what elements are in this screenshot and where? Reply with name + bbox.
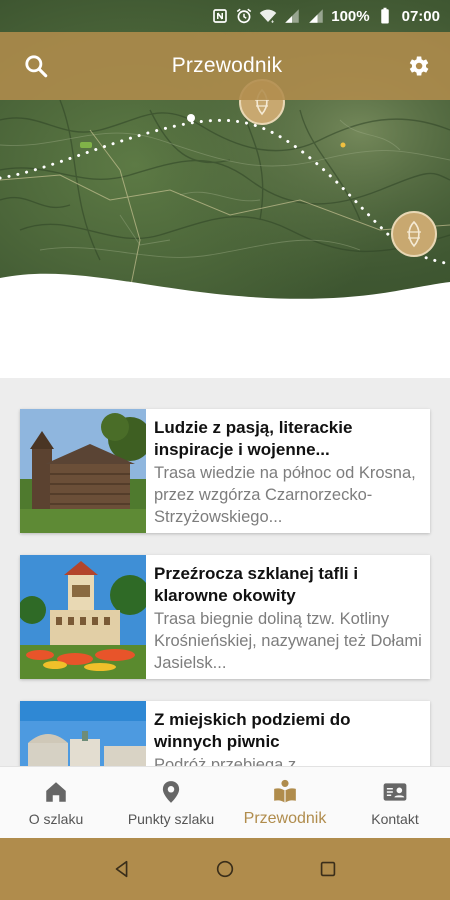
status-bar: + 100% 07:00: [0, 0, 450, 32]
guide-card[interactable]: Ludzie z pasją, literackie inspiracje i …: [20, 409, 430, 533]
guide-description: Podróż przebiega z: [154, 756, 297, 766]
home-circle-icon[interactable]: [213, 857, 237, 881]
hero-map: + 100% 07:00 Przewodnik: [0, 0, 450, 330]
home-icon: [43, 779, 69, 805]
gear-icon[interactable]: [404, 52, 432, 80]
town-hall-tower-photo: [20, 555, 146, 679]
guide-title: Z miejskich podziemi do winnych piwnic: [154, 710, 351, 751]
guide-description: Trasa biegnie doliną tzw. Kotliny Krośni…: [154, 610, 422, 672]
guide-title: Przeźrocza szklanej tafli i klarowne oko…: [154, 564, 359, 605]
palace-photo: [20, 701, 146, 766]
app-bar: Przewodnik: [0, 32, 450, 100]
guide-card[interactable]: Z miejskich podziemi do winnych piwnic P…: [20, 701, 430, 766]
wifi-icon: +: [259, 7, 277, 25]
battery-icon: [376, 7, 394, 25]
svg-text:+: +: [271, 20, 274, 26]
clock-time: 07:00: [401, 7, 440, 25]
signal-icon: [307, 7, 325, 25]
alarm-icon: [235, 7, 253, 25]
guide-title: Ludzie z pasją, literackie inspiracje i …: [154, 418, 353, 459]
recents-icon[interactable]: [316, 857, 340, 881]
hero-bottom-space: [0, 330, 450, 378]
map-pin-icon: [158, 779, 184, 805]
nav-label: Kontakt: [371, 810, 419, 827]
guide-description: Trasa wiedzie na północ od Krosna, przez…: [154, 464, 416, 526]
guide-list[interactable]: Ludzie z pasją, literackie inspiracje i …: [0, 378, 450, 766]
wooden-church-photo: [20, 409, 146, 533]
page-title: Przewodnik: [171, 54, 283, 77]
nav-label: Przewodnik: [243, 809, 327, 827]
back-icon[interactable]: [110, 857, 134, 881]
battery-percent: 100%: [331, 7, 370, 25]
nav-item-przewodnik[interactable]: Przewodnik: [230, 767, 340, 838]
bottom-navigation: O szlaku Punkty szlaku Przewodnik Kontak…: [0, 766, 450, 838]
guide-card[interactable]: Przeźrocza szklanej tafli i klarowne oko…: [20, 555, 430, 679]
nav-item-o-szlaku[interactable]: O szlaku: [0, 767, 112, 838]
nfc-icon: [211, 7, 229, 25]
nav-item-kontakt[interactable]: Kontakt: [340, 767, 450, 838]
nav-item-punkty-szlaku[interactable]: Punkty szlaku: [112, 767, 230, 838]
book-reader-icon: [272, 778, 298, 804]
hop-marker[interactable]: [391, 211, 437, 257]
nav-label: Punkty szlaku: [127, 810, 215, 827]
search-icon[interactable]: [22, 52, 50, 80]
contact-card-icon: [382, 779, 408, 805]
nav-label: O szlaku: [28, 810, 84, 827]
signal-icon: [283, 7, 301, 25]
system-navigation-bar: [0, 838, 450, 900]
